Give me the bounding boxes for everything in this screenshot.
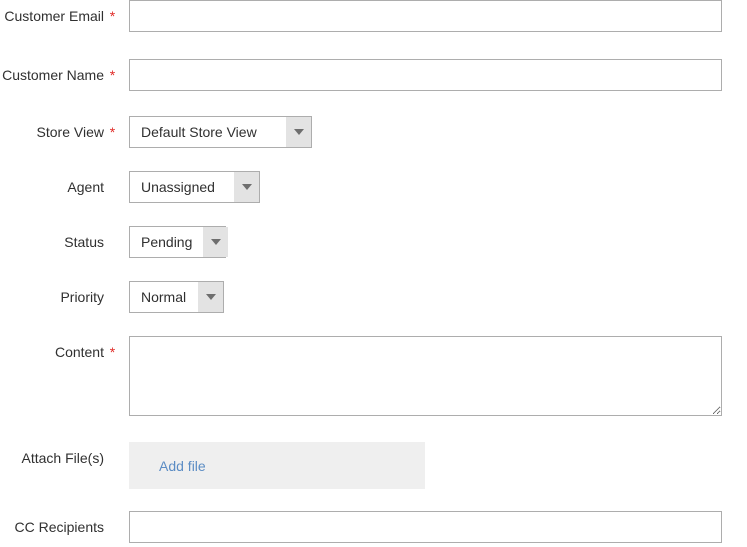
label-customer-name: Customer Name * (0, 59, 121, 91)
field-attach-files: Attach File(s) Add file (0, 442, 747, 489)
label-agent-text: Agent (67, 179, 104, 195)
support-ticket-form: Customer Email * Customer Name * Store Vie… (0, 0, 747, 547)
store-view-select-value: Default Store View (141, 124, 257, 140)
field-customer-email: Customer Email * (0, 0, 747, 32)
field-agent: Agent Unassigned (0, 171, 747, 203)
label-priority: Priority (0, 281, 121, 313)
customer-name-input[interactable] (129, 59, 722, 91)
control-content (121, 336, 747, 416)
field-cc-recipients: CC Recipients (0, 511, 747, 543)
control-agent: Unassigned (121, 171, 747, 203)
label-status-text: Status (64, 234, 104, 250)
label-attach-files: Attach File(s) (0, 442, 121, 474)
cc-recipients-input[interactable] (129, 511, 722, 543)
required-asterisk-customer-name: * (109, 67, 116, 83)
status-select[interactable]: Pending (129, 226, 229, 258)
label-cc-recipients: CC Recipients (0, 511, 121, 543)
label-content: Content * (0, 336, 121, 368)
field-priority: Priority Normal (0, 281, 747, 313)
field-store-view: Store View * Default Store View (0, 116, 747, 148)
store-view-select[interactable]: Default Store View (129, 116, 312, 148)
status-select-value: Pending (141, 234, 193, 250)
label-customer-email: Customer Email * (0, 0, 121, 32)
label-store-view-text: Store View (36, 124, 104, 140)
add-file-link[interactable]: Add file (159, 458, 206, 474)
label-store-view: Store View * (0, 116, 121, 148)
content-textarea[interactable] (129, 336, 722, 416)
customer-email-input[interactable] (129, 0, 722, 32)
priority-select[interactable]: Normal (129, 281, 224, 313)
attach-file-dropzone[interactable]: Add file (129, 442, 425, 489)
required-asterisk-store-view: * (109, 124, 116, 140)
field-content: Content * (0, 336, 747, 416)
required-asterisk-customer-email: * (109, 8, 116, 24)
control-cc-recipients (121, 511, 747, 543)
chevron-down-icon (197, 282, 223, 312)
control-attach-files: Add file (121, 442, 747, 489)
label-priority-text: Priority (60, 289, 104, 305)
control-status: Pending (121, 226, 747, 258)
label-content-text: Content (54, 344, 104, 360)
label-customer-name-text: Customer Name (2, 67, 104, 83)
agent-select[interactable]: Unassigned (129, 171, 260, 203)
label-agent: Agent (0, 171, 121, 203)
priority-select-value: Normal (141, 289, 187, 305)
control-customer-email (121, 0, 747, 32)
label-customer-email-text: Customer Email (4, 8, 104, 24)
field-status: Status Pending (0, 226, 747, 258)
chevron-down-icon (233, 172, 259, 202)
chevron-down-icon (285, 117, 311, 147)
required-asterisk-content: * (109, 344, 116, 360)
label-attach-files-text: Attach File(s) (21, 450, 104, 466)
agent-select-value: Unassigned (141, 179, 215, 195)
label-status: Status (0, 226, 121, 258)
field-customer-name: Customer Name * (0, 59, 747, 91)
control-store-view: Default Store View (121, 116, 747, 148)
chevron-down-icon (202, 227, 229, 257)
control-priority: Normal (121, 281, 747, 313)
control-customer-name (121, 59, 747, 91)
label-cc-recipients-text: CC Recipients (14, 519, 104, 535)
